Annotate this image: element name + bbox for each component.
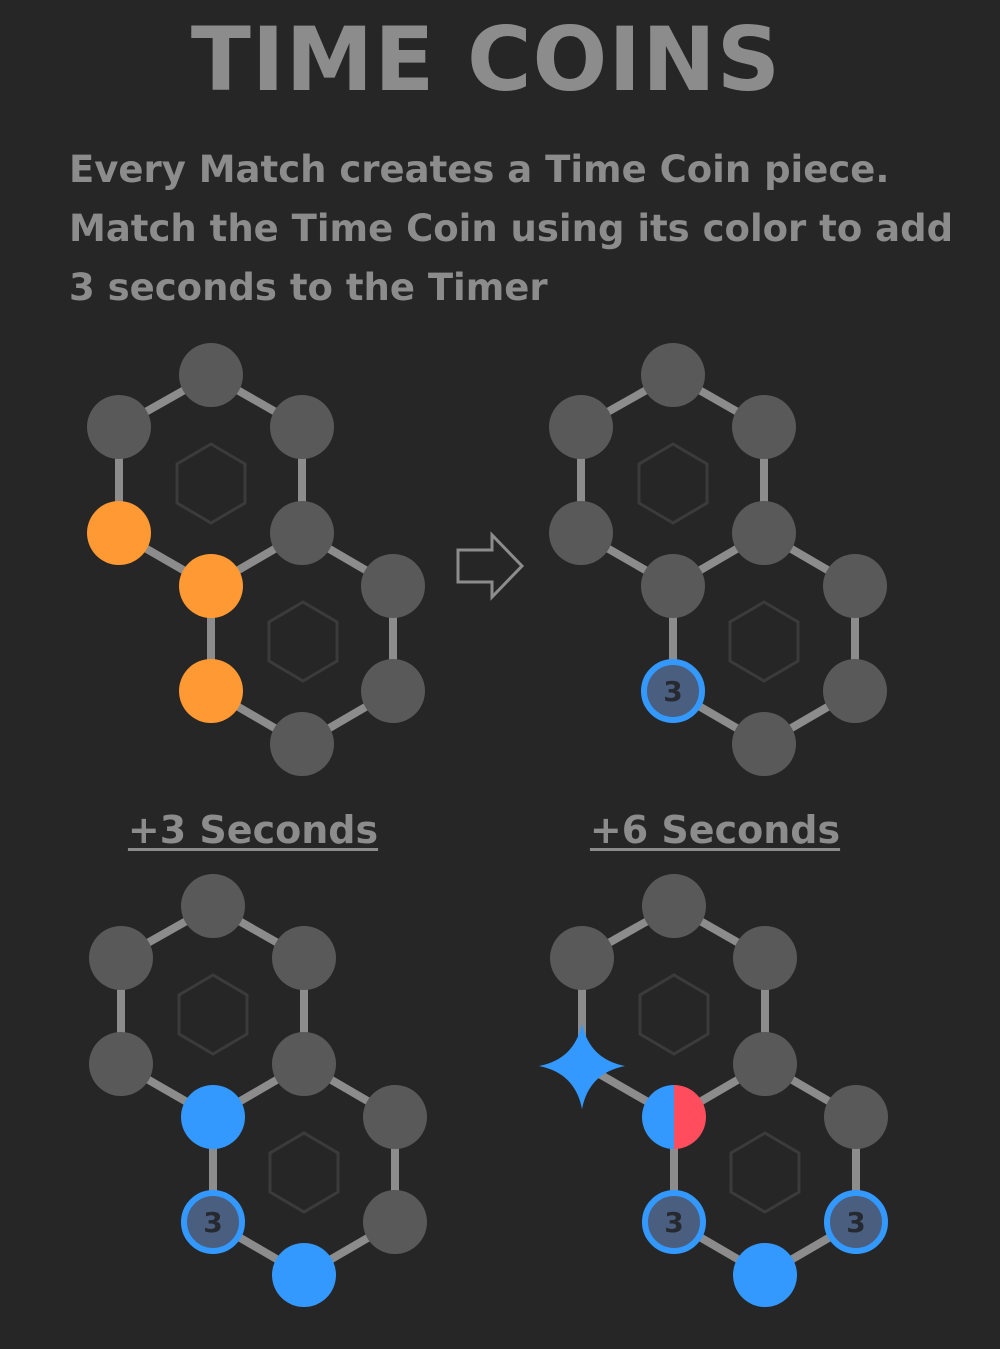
board-node[interactable] — [823, 554, 887, 618]
board-plus-3: 3 — [89, 874, 427, 1307]
board-node[interactable] — [641, 554, 705, 618]
board-node[interactable] — [363, 1190, 427, 1254]
time-coin-value: 3 — [663, 675, 682, 708]
board-node[interactable] — [270, 501, 334, 565]
four-point-star-icon[interactable] — [539, 1023, 625, 1109]
board-node[interactable] — [732, 501, 796, 565]
time-coin-value: 3 — [846, 1206, 865, 1239]
board-node[interactable] — [732, 395, 796, 459]
time-coin-blue[interactable]: 3 — [641, 659, 705, 723]
board-node[interactable] — [270, 712, 334, 776]
hex-cell-outline — [728, 600, 800, 683]
board-node[interactable] — [549, 395, 613, 459]
hex-cell-outline — [177, 973, 249, 1056]
blue-piece[interactable] — [272, 1243, 336, 1307]
board-node[interactable] — [89, 1032, 153, 1096]
hex-cell-outline — [268, 1131, 340, 1214]
board-node[interactable] — [89, 926, 153, 990]
hex-cell-outline — [267, 600, 339, 683]
board-node[interactable] — [549, 501, 613, 565]
hex-cell-outline — [729, 1131, 801, 1214]
board-node[interactable] — [270, 395, 334, 459]
hex-cell-outline — [638, 973, 710, 1056]
board-node[interactable] — [87, 395, 151, 459]
board-match-after: 3 — [549, 343, 887, 776]
board-node[interactable] — [732, 712, 796, 776]
board-node[interactable] — [361, 659, 425, 723]
board-match-before — [87, 343, 425, 776]
hex-cell-outline — [175, 442, 247, 525]
right-arrow-outline-icon — [456, 531, 525, 601]
time-coin-value: 3 — [203, 1206, 222, 1239]
hex-cell-outline — [637, 442, 709, 525]
board-node[interactable] — [642, 874, 706, 938]
blue-piece[interactable] — [733, 1243, 797, 1307]
time-coin-value: 3 — [664, 1206, 683, 1239]
board-node[interactable] — [550, 926, 614, 990]
board-node[interactable] — [733, 1032, 797, 1096]
board-node[interactable] — [823, 659, 887, 723]
time-coin-blue[interactable]: 3 — [181, 1190, 245, 1254]
game-illustration: 3 3 3 3 — [87, 343, 888, 1307]
orange-piece[interactable] — [87, 501, 151, 565]
time-coin-blue[interactable]: 3 — [642, 1190, 706, 1254]
time-coin-blue[interactable]: 3 — [824, 1190, 888, 1254]
board-node[interactable] — [181, 874, 245, 938]
board-node[interactable] — [733, 926, 797, 990]
board-plus-6: 3 3 — [539, 874, 888, 1307]
split-color-piece[interactable] — [642, 1085, 706, 1149]
board-node[interactable] — [272, 926, 336, 990]
board-node[interactable] — [361, 554, 425, 618]
orange-piece[interactable] — [179, 659, 243, 723]
board-node[interactable] — [272, 1032, 336, 1096]
blue-piece[interactable] — [181, 1085, 245, 1149]
board-node[interactable] — [363, 1085, 427, 1149]
board-node[interactable] — [179, 343, 243, 407]
board-node[interactable] — [641, 343, 705, 407]
board-node[interactable] — [824, 1085, 888, 1149]
orange-piece[interactable] — [179, 554, 243, 618]
